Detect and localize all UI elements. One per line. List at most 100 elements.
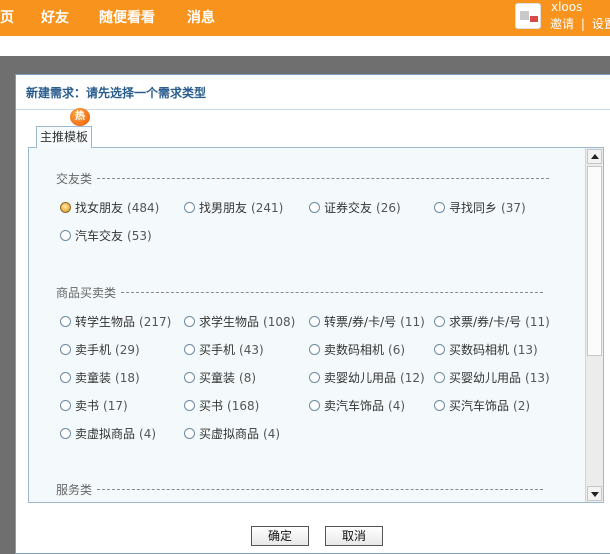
cancel-button[interactable]: 取消 [325,526,383,546]
scroll-down-button[interactable] [587,486,602,501]
option-count: (11) [400,314,425,329]
template-panel: 交友类 找女朋友 (484) 找男朋友 (241) 证券交友 (26) 寻找同乡… [28,147,604,503]
option-sell-camera[interactable]: 卖数码相机 (6) [309,341,405,358]
radio[interactable] [60,230,71,241]
settings-link[interactable]: 设置 [592,17,610,31]
radio-checked[interactable] [60,202,71,213]
radio[interactable] [309,372,320,383]
option-label: 寻找同乡 [449,201,498,215]
radio[interactable] [434,400,445,411]
section-divider [97,489,543,490]
option-sell-baby-items[interactable]: 卖婴幼儿用品 (12) [309,369,425,386]
option-label: 卖婴幼儿用品 [324,371,397,385]
option-sell-kids-clothes[interactable]: 卖童装 (18) [60,369,140,386]
tab-featured-templates[interactable]: 主推模板 [36,126,92,148]
nav-item-browse[interactable]: 随便看看 [99,7,155,27]
option-sell-tickets[interactable]: 转票/券/卡/号 (11) [309,313,425,330]
radio[interactable] [184,400,195,411]
radio[interactable] [184,372,195,383]
arrow-up-icon [591,154,599,159]
radio[interactable] [60,428,71,439]
option-label: 找女朋友 [75,201,124,215]
radio[interactable] [184,428,195,439]
option-sell-phone[interactable]: 卖手机 (29) [60,341,140,358]
option-count: (4) [388,398,406,413]
radio[interactable] [309,344,320,355]
section-title-dating: 交友类 [56,170,97,187]
radio[interactable] [60,400,71,411]
option-count: (13) [513,342,538,357]
radio[interactable] [434,316,445,327]
option-stock-friends[interactable]: 证券交友 (26) [309,199,401,216]
section-divider [97,178,549,179]
option-car-friends[interactable]: 汽车交友 (53) [60,227,152,244]
option-label: 找男朋友 [199,201,248,215]
option-count: (4) [263,426,281,441]
option-buy-books[interactable]: 买书 (168) [184,397,259,414]
scrollbar-thumb[interactable] [587,166,602,356]
username[interactable]: xloos [551,0,582,14]
option-find-girlfriend[interactable]: 找女朋友 (484) [60,199,159,216]
radio[interactable] [434,372,445,383]
radio[interactable] [60,316,71,327]
invite-link[interactable]: 邀请 [550,17,574,31]
option-count: (168) [227,398,260,413]
option-label: 买童装 [199,371,236,385]
option-count: (12) [400,370,425,385]
option-label: 求学生物品 [199,315,260,329]
option-find-boyfriend[interactable]: 找男朋友 (241) [184,199,283,216]
option-label: 卖数码相机 [324,343,385,357]
option-label: 转学生物品 [75,315,136,329]
new-request-dialog: 新建需求：请先选择一个需求类型 热 主推模板 交友类 找女朋友 (484) 找男… [15,74,610,554]
option-buy-car-accessories[interactable]: 买汽车饰品 (2) [434,397,530,414]
option-count: (241) [251,200,284,215]
confirm-button[interactable]: 确定 [251,526,309,546]
nav-item-friends[interactable]: 好友 [41,7,69,27]
option-find-hometown[interactable]: 寻找同乡 (37) [434,199,526,216]
option-buy-phone[interactable]: 买手机 (43) [184,341,264,358]
radio[interactable] [60,372,71,383]
radio[interactable] [309,202,320,213]
radio[interactable] [184,202,195,213]
option-buy-virtual-goods[interactable]: 买虚拟商品 (4) [184,425,280,442]
option-sell-student-items[interactable]: 转学生物品 (217) [60,313,171,330]
option-label: 汽车交友 [75,229,124,243]
vertical-scrollbar[interactable] [585,148,603,502]
option-label: 卖书 [75,399,100,413]
link-separator: | [580,17,585,31]
radio[interactable] [309,400,320,411]
option-buy-baby-items[interactable]: 买婴幼儿用品 (13) [434,369,550,386]
radio[interactable] [309,316,320,327]
option-buy-kids-clothes[interactable]: 买童装 (8) [184,369,256,386]
hot-badge: 热 [70,108,90,126]
option-count: (2) [513,398,531,413]
avatar[interactable] [515,3,541,29]
option-label: 卖汽车饰品 [324,399,385,413]
radio[interactable] [434,202,445,213]
option-label: 卖虚拟商品 [75,427,136,441]
radio[interactable] [434,344,445,355]
option-count: (26) [376,200,401,215]
radio[interactable] [60,344,71,355]
option-count: (53) [127,228,152,243]
option-buy-tickets[interactable]: 求票/券/卡/号 (11) [434,313,550,330]
option-count: (8) [239,370,257,385]
dialog-title: 新建需求：请先选择一个需求类型 [26,86,207,100]
radio[interactable] [184,316,195,327]
scroll-up-button[interactable] [587,149,602,164]
section-title-trading: 商品买卖类 [56,284,121,301]
option-sell-books[interactable]: 卖书 (17) [60,397,128,414]
option-buy-student-items[interactable]: 求学生物品 (108) [184,313,295,330]
top-navigation-bar: 页 好友 随便看看 消息 xloos 邀请 | 设置 [0,0,610,36]
option-label: 买数码相机 [449,343,510,357]
option-count: (4) [139,426,157,441]
radio[interactable] [184,344,195,355]
nav-item-home[interactable]: 页 [0,7,14,27]
nav-item-messages[interactable]: 消息 [187,7,215,27]
option-sell-car-accessories[interactable]: 卖汽车饰品 (4) [309,397,405,414]
option-sell-virtual-goods[interactable]: 卖虚拟商品 (4) [60,425,156,442]
option-count: (29) [115,342,140,357]
option-buy-camera[interactable]: 买数码相机 (13) [434,341,538,358]
option-label: 买书 [199,399,224,413]
option-count: (18) [115,370,140,385]
